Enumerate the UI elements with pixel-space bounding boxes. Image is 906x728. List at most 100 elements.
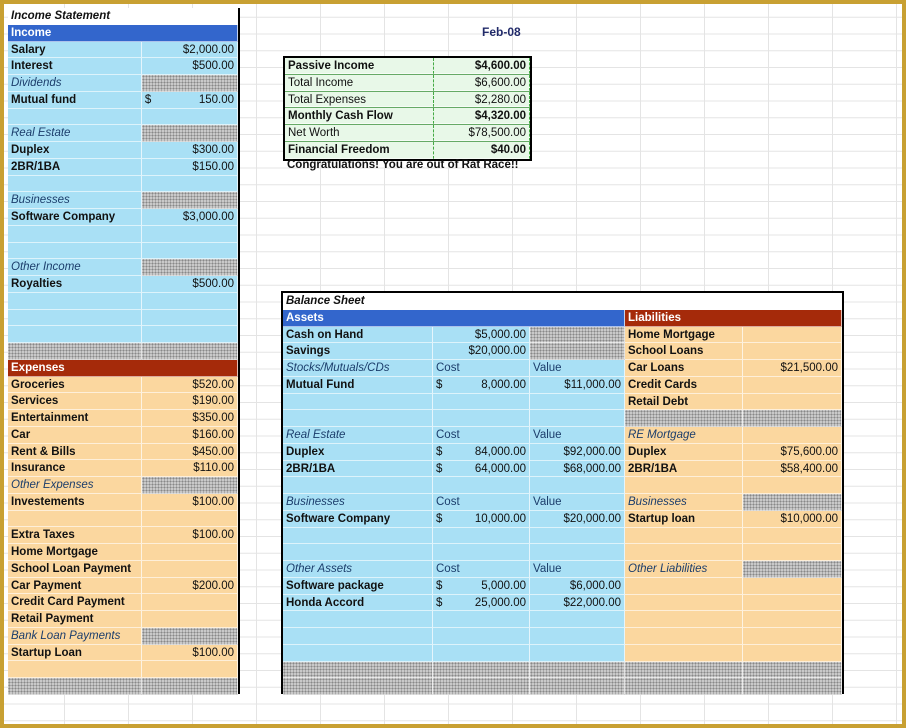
empty-cell[interactable] [283, 611, 433, 628]
empty-cell[interactable] [8, 661, 142, 678]
table-row[interactable]: Car Payment $200.00 [8, 577, 238, 595]
table-row[interactable]: Duplex $84,000.00 $92,000.00 Duplex $75,… [283, 443, 842, 461]
table-row[interactable]: Real Estate [8, 125, 238, 142]
empty-cell[interactable] [530, 477, 625, 494]
table-row[interactable]: Total Income $6,600.00 [285, 74, 530, 92]
empty-cell[interactable] [433, 661, 530, 679]
empty-cell[interactable] [743, 544, 842, 561]
empty-cell[interactable] [141, 108, 238, 126]
table-row[interactable]: Home Mortgage [8, 544, 238, 561]
table-row[interactable] [8, 309, 238, 327]
school-loans-value[interactable] [743, 343, 842, 360]
table-row[interactable]: Duplex $300.00 [8, 142, 238, 159]
table-row[interactable]: Entertainment $350.00 [8, 410, 238, 427]
rent-value[interactable]: $450.00 [141, 443, 238, 461]
software-company-label[interactable]: Software Company [283, 510, 433, 528]
table-row[interactable]: Mutual Fund $8,000.00 $11,000.00 Credit … [283, 376, 842, 394]
mutual-fund-label[interactable]: Mutual Fund [283, 376, 433, 394]
table-row[interactable] [283, 644, 842, 662]
software-package-cost[interactable]: $5,000.00 [433, 577, 530, 595]
table-row[interactable]: Other Expenses [8, 477, 238, 494]
table-row[interactable] [8, 242, 238, 260]
rent-label[interactable]: Rent & Bills [8, 443, 142, 461]
empty-cell[interactable] [743, 644, 842, 662]
interest-value[interactable]: $500.00 [141, 58, 238, 75]
table-row[interactable]: Rent & Bills $450.00 [8, 443, 238, 461]
empty-cell[interactable] [433, 544, 530, 561]
empty-cell[interactable] [743, 527, 842, 545]
empty-cell[interactable] [530, 527, 625, 545]
table-row[interactable] [283, 628, 842, 645]
empty-cell[interactable] [625, 594, 743, 612]
empty-cell[interactable] [743, 661, 842, 679]
investements-value[interactable]: $100.00 [141, 493, 238, 511]
financial-freedom-value[interactable]: $40.00 [434, 141, 530, 159]
2br-label[interactable]: 2BR/1BA [283, 460, 433, 478]
value-header[interactable]: Value [530, 494, 625, 511]
empty-cell[interactable] [530, 678, 625, 695]
school-loan-value[interactable] [141, 560, 238, 578]
empty-cell[interactable] [433, 611, 530, 628]
cost-header[interactable]: Cost [433, 494, 530, 511]
empty-cell[interactable] [8, 326, 142, 343]
interest-label[interactable]: Interest [8, 58, 142, 75]
groceries-label[interactable]: Groceries [8, 376, 142, 394]
empty-cell[interactable] [625, 678, 743, 695]
empty-cell[interactable] [8, 225, 142, 243]
table-row[interactable] [8, 292, 238, 310]
empty-cell[interactable] [530, 628, 625, 645]
table-row[interactable]: Passive Income $4,600.00 [285, 58, 530, 75]
empty-cell[interactable] [141, 175, 238, 193]
empty-cell[interactable] [743, 561, 842, 578]
total-income-label[interactable]: Total Income [285, 74, 434, 91]
empty-cell[interactable] [625, 611, 743, 628]
empty-cell[interactable] [8, 309, 142, 327]
car-payment-value[interactable]: $200.00 [141, 577, 238, 595]
table-row[interactable] [8, 343, 238, 360]
empty-cell[interactable] [530, 393, 625, 411]
cost-header[interactable]: Cost [433, 360, 530, 377]
empty-cell[interactable] [743, 611, 842, 628]
table-row[interactable]: Total Expenses $2,280.00 [285, 91, 530, 109]
net-worth-label[interactable]: Net Worth [285, 125, 434, 141]
credit-cards-value[interactable] [743, 376, 842, 394]
bank-loan-value[interactable] [141, 627, 238, 645]
entertainment-label[interactable]: Entertainment [8, 410, 142, 427]
salary-label[interactable]: Salary [8, 41, 142, 59]
empty-cell[interactable] [8, 510, 142, 528]
empty-cell[interactable] [530, 326, 625, 344]
table-row[interactable]: Retail Debt [283, 393, 842, 411]
2br-mortgage-value[interactable]: $58,400.00 [743, 460, 842, 478]
retail-debt-value[interactable] [743, 393, 842, 411]
empty-cell[interactable] [141, 510, 238, 528]
passive-income-value[interactable]: $4,600.00 [434, 58, 530, 74]
empty-cell[interactable] [8, 108, 142, 126]
empty-cell[interactable] [141, 225, 238, 243]
school-loans-label[interactable]: School Loans [625, 343, 743, 360]
empty-cell[interactable] [283, 644, 433, 662]
table-row[interactable]: Insurance $110.00 [8, 460, 238, 477]
real-estate-value[interactable] [141, 125, 238, 142]
table-row[interactable]: Bank Loan Payments [8, 627, 238, 645]
home-mortgage-label[interactable]: Home Mortgage [625, 326, 743, 344]
financial-freedom-label[interactable]: Financial Freedom [285, 141, 434, 159]
retail-value[interactable] [141, 611, 238, 628]
startup-loan-value[interactable]: $10,000.00 [743, 510, 842, 528]
groceries-value[interactable]: $520.00 [141, 376, 238, 394]
table-row[interactable]: Stocks/Mutuals/CDs Cost Value Car Loans … [283, 360, 842, 377]
empty-cell[interactable] [625, 544, 743, 561]
empty-cell[interactable] [8, 292, 142, 310]
car-loans-label[interactable]: Car Loans [625, 360, 743, 377]
table-row[interactable]: Interest $500.00 [8, 58, 238, 75]
other-expenses-value[interactable] [141, 477, 238, 494]
table-row[interactable]: Savings $20,000.00 School Loans [283, 343, 842, 360]
empty-cell[interactable] [530, 661, 625, 679]
table-row[interactable]: Other Assets Cost Value Other Liabilitie… [283, 561, 842, 578]
empty-cell[interactable] [8, 175, 142, 193]
empty-cell[interactable] [141, 343, 238, 360]
empty-cell[interactable] [530, 611, 625, 628]
monthly-cash-flow-value[interactable]: $4,320.00 [434, 108, 530, 124]
empty-cell[interactable] [141, 309, 238, 327]
empty-cell[interactable] [625, 577, 743, 595]
2br-cost[interactable]: $64,000.00 [433, 460, 530, 478]
